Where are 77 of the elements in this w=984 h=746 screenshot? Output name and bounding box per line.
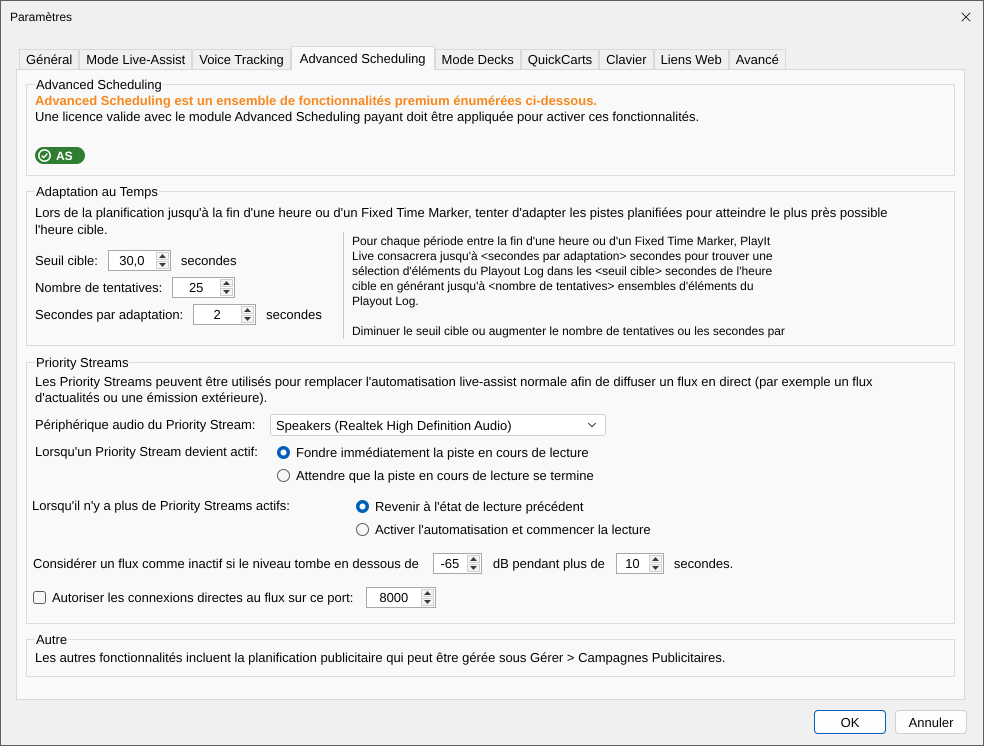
group-title: Advanced Scheduling — [35, 77, 163, 92]
adaptation-description: Lors de la planification jusqu'à la fin d'une heure ou d'un Fixed Time Marker, tenter d'adapter les pistes planifiées pour atteindre le plus près possible l'heure cible. — [35, 204, 889, 237]
radio-button[interactable] — [277, 446, 290, 459]
triangle-down-icon — [223, 290, 230, 294]
spin-up-button[interactable] — [220, 279, 234, 287]
unit-label: secondes. — [674, 556, 734, 572]
number-spinner[interactable]: 8000 — [366, 587, 436, 608]
field-label: Lorsqu'il n'y a plus de Priority Streams actifs: — [32, 497, 291, 514]
spin-down-button[interactable] — [648, 564, 662, 572]
dropdown[interactable]: Speakers (Realtek High Definition Audio) — [270, 414, 606, 436]
help-text: Pour chaque période entre la fin d'une heure ou d'un Fixed Time Marker, PlayIt Live consacrera jusqu'à <secondes par adaptation> secondes pour trouver une sélection d'éléments du Playout Log dans les <seuil cible> secondes de l'heure cible en générant jusqu'à <nombre de tentatives> ensembles d'éléments du Playout Log. — [352, 234, 774, 309]
field-label: Seuil cible: — [35, 252, 98, 268]
tab[interactable]: Mode Live-Assist — [79, 49, 192, 70]
unit-label: secondes — [180, 252, 237, 268]
radio-button[interactable] — [356, 500, 369, 513]
spin-up-button[interactable] — [241, 306, 254, 314]
other-description: Les autres fonctionnalités incluent la planification publicitaire qui peut être gérée sous Gérer > Campagnes Publicitaires. — [35, 650, 726, 666]
radio-label[interactable]: Revenir à l'état de lecture précédent — [375, 498, 584, 514]
triangle-down-icon — [470, 566, 477, 570]
triangle-down-icon — [424, 600, 432, 604]
triangle-down-icon — [652, 566, 659, 570]
field-label: Considérer un flux comme inactif si le niveau tombe en dessous de — [33, 556, 419, 572]
tab[interactable]: Clavier — [599, 49, 654, 70]
tab[interactable]: Liens Web — [654, 49, 729, 70]
tab[interactable]: QuickCarts — [520, 49, 600, 70]
spin-up-button[interactable] — [466, 555, 480, 563]
radio-label[interactable]: Fondre immédiatement la piste en cours de lecture — [296, 444, 589, 460]
triangle-down-icon — [158, 263, 166, 267]
priority-description: Les Priority Streams peuvent être utilisés pour remplacer l'automatisation live-assist normale afin de diffuser un flux en direct (par exemple un flux d'actualités ou une émission extérieure). — [35, 374, 874, 406]
field-label: Secondes par adaptation: — [35, 306, 184, 322]
premium-notice: Advanced Scheduling est un ensemble de fonctionnalités premium énumérées ci-dessous. — [35, 93, 598, 109]
radio-button[interactable] — [356, 523, 369, 536]
unit-label: secondes — [266, 306, 322, 322]
unit-label: dB pendant plus de — [492, 556, 605, 572]
triangle-up-icon — [223, 281, 230, 285]
number-spinner[interactable]: 30,0 — [108, 250, 171, 271]
triangle-down-icon — [244, 317, 252, 321]
field-label: Nombre de tentatives: — [35, 280, 162, 296]
radio-button[interactable] — [277, 469, 290, 482]
triangle-up-icon — [652, 557, 659, 561]
group-title: Autre — [35, 632, 68, 647]
radio-label[interactable]: Activer l'automatisation et commencer la lecture — [375, 522, 651, 538]
field-label: Périphérique audio du Priority Stream: — [35, 417, 256, 433]
tab[interactable]: Mode Decks — [434, 49, 521, 70]
window-title: Paramètres — [10, 11, 72, 23]
radio-label[interactable]: Attendre que la piste en cours de lecture se termine — [296, 468, 594, 484]
spin-down-button[interactable] — [421, 598, 434, 606]
dialog-button[interactable]: OK — [814, 710, 886, 734]
spin-down-button[interactable] — [241, 315, 254, 323]
triangle-up-icon — [244, 308, 252, 312]
tab[interactable]: Général — [19, 49, 80, 70]
spin-up-button[interactable] — [421, 589, 434, 597]
group-title: Priority Streams — [35, 355, 130, 370]
tab[interactable]: Voice Tracking — [192, 49, 291, 70]
spin-down-button[interactable] — [156, 261, 169, 269]
checkbox-label[interactable]: Autoriser les connexions directes au flux sur ce port: — [52, 590, 354, 606]
check-circle-icon — [38, 149, 51, 162]
number-spinner[interactable]: 2 — [193, 304, 256, 325]
checkbox[interactable] — [33, 591, 46, 604]
license-description: Une licence valide avec le module Advanced Scheduling payant doit être appliquée pour activer ces fonctionnalités. — [35, 109, 700, 125]
dialog-button[interactable]: Annuler — [895, 710, 967, 734]
field-label: Lorsqu'un Priority Stream devient actif: — [35, 443, 259, 460]
triangle-up-icon — [424, 591, 432, 595]
spin-up-button[interactable] — [156, 252, 169, 260]
spin-up-button[interactable] — [648, 555, 662, 563]
group-title: Adaptation au Temps — [35, 184, 159, 199]
spin-down-button[interactable] — [466, 564, 480, 572]
tab[interactable]: Avancé — [728, 49, 786, 70]
triangle-up-icon — [158, 254, 166, 258]
number-spinner[interactable]: 25 — [172, 277, 236, 298]
tab[interactable]: Advanced Scheduling — [290, 46, 435, 70]
badge-label: AS — [56, 150, 73, 162]
triangle-up-icon — [470, 557, 477, 561]
help-text: Diminuer le seuil cible ou augmenter le nombre de tentatives ou les secondes par — [352, 324, 785, 339]
number-spinner[interactable]: 10 — [616, 553, 664, 574]
spin-down-button[interactable] — [220, 288, 234, 296]
number-spinner[interactable]: -65 — [432, 553, 482, 574]
